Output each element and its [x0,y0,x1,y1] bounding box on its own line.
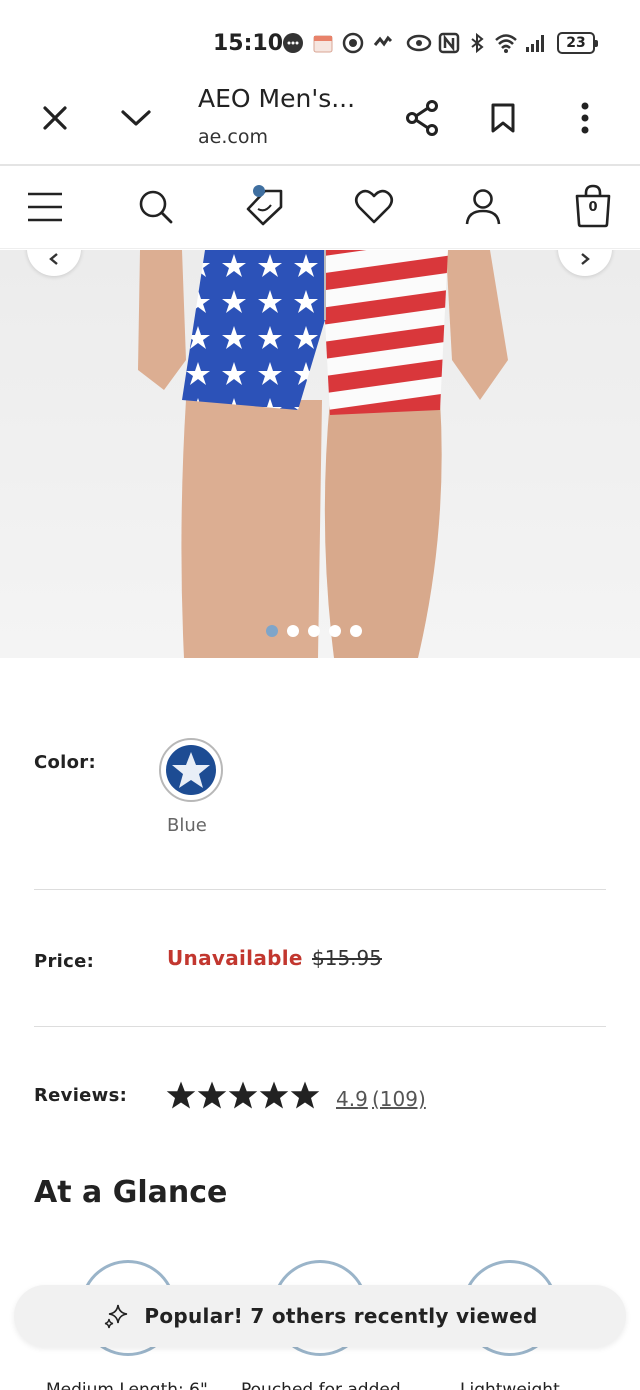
carousel-dots [266,625,362,637]
share-button[interactable] [400,96,444,140]
feature-caption: Lightweight [460,1380,560,1390]
feature-caption: Pouched for added [241,1380,401,1390]
battery-indicator: 23 [557,32,598,54]
menu-icon [28,192,62,222]
star-icon [172,752,210,788]
divider [34,1026,606,1027]
account-button[interactable] [461,185,505,229]
carousel-dot[interactable] [350,625,362,637]
feature-caption: Medium Length: 6" [46,1380,208,1390]
calendar-icon [313,35,333,53]
cart-count: 0 [588,200,598,215]
star-icon [197,1081,227,1109]
share-icon [406,100,438,136]
color-name: Blue [167,815,207,836]
whatsapp-icon [342,32,364,54]
carousel-dot[interactable] [287,625,299,637]
reviews-label: Reviews: [34,1085,128,1106]
rating-value-link[interactable]: 4.9 [336,1087,368,1111]
bluetooth-icon [471,32,484,54]
chevron-down-icon [121,110,151,126]
star-icon [228,1081,258,1109]
signal-icon [526,35,544,52]
more-options-button[interactable] [563,96,607,140]
star-icon [259,1081,289,1109]
price-status: Unavailable [167,946,303,970]
swatch-fill [166,745,216,795]
product-image [138,250,508,658]
chat-icon [283,33,303,53]
toast-text: Popular! 7 others recently viewed [144,1304,538,1328]
wifi-icon [495,34,517,53]
page-url[interactable]: ae.com [198,126,268,148]
tag-icon [246,189,283,226]
search-button[interactable] [134,185,178,229]
sparkle-icon [105,1304,128,1329]
close-tab-button[interactable] [33,96,77,140]
star-icon [166,1081,196,1109]
page-title[interactable]: AEO Men's... [198,84,355,113]
divider [34,889,606,890]
search-icon [139,190,173,224]
carousel-dot[interactable] [308,625,320,637]
status-icons [282,28,394,58]
popularity-toast[interactable]: Popular! 7 others recently viewed [14,1285,626,1347]
eye-icon [406,34,432,52]
close-icon [43,106,67,130]
status-time: 15:10 [213,31,284,56]
color-swatch-blue[interactable] [159,738,223,802]
chevron-right-icon [581,253,590,265]
product-image-carousel[interactable] [0,250,640,658]
system-icons [406,28,548,58]
original-price: $15.95 [312,946,382,970]
heart-icon [354,189,394,224]
nfc-icon [438,32,460,54]
bookmark-button[interactable] [481,96,525,140]
minimize-button[interactable] [114,96,158,140]
carousel-dot[interactable] [329,625,341,637]
offers-button[interactable] [243,185,287,229]
bookmark-icon [491,103,515,133]
at-a-glance-title: At a Glance [34,1175,228,1210]
user-icon [465,189,501,225]
color-label: Color: [34,752,96,773]
star-icon [290,1081,320,1109]
menu-button[interactable] [23,185,67,229]
more-vert-icon [581,102,589,134]
favorites-button[interactable] [352,185,396,229]
rating-stars[interactable] [166,1080,320,1110]
heartbeat-icon [373,35,393,47]
browser-toolbar: AEO Men's... ae.com [0,74,640,166]
price-label: Price: [34,951,95,972]
carousel-dot[interactable] [266,625,278,637]
site-nav: 0 [0,167,640,249]
review-count-link[interactable]: (109) [372,1087,426,1111]
cart-button[interactable]: 0 [570,183,616,229]
chevron-left-icon [49,253,58,265]
offers-notification-dot [253,185,265,197]
